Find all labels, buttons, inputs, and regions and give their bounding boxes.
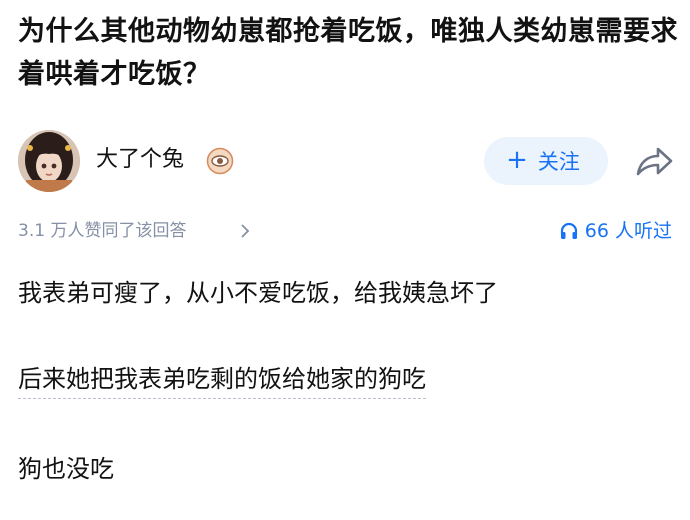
chevron-right-icon[interactable] [240, 224, 250, 238]
eye-badge-icon [206, 147, 234, 175]
follow-label: 关注 [537, 150, 580, 174]
share-arrow-icon[interactable] [634, 144, 674, 180]
answer-paragraph: 我表弟可瘦了，从小不爱吃饭，给我姨急坏了 [18, 279, 498, 307]
agree-count-link[interactable]: 3.1 万人赞同了该回答 [18, 216, 186, 246]
author-name[interactable]: 大了个兔 [96, 145, 184, 175]
plus-icon: + [506, 145, 528, 175]
listen-button[interactable]: 66 人听过 [559, 216, 672, 246]
follow-button[interactable]: + 关注 [484, 137, 608, 185]
listen-count: 66 [584, 220, 609, 242]
answer-paragraph: 狗也没吃 [18, 455, 114, 483]
author-row: 大了个兔 + 关注 [18, 130, 678, 194]
answer-paragraph-highlighted[interactable]: 后来她把我表弟吃剩的饭给她家的狗吃 [18, 362, 426, 399]
question-title[interactable]: 为什么其他动物幼崽都抢着吃饭，唯独人类幼崽需要求着哄着才吃饭？ [18, 10, 678, 96]
avatar[interactable] [18, 130, 80, 192]
meta-row: 3.1 万人赞同了该回答 66 人听过 [18, 216, 678, 246]
headphones-icon [560, 222, 577, 239]
avatar-image [18, 130, 80, 192]
listen-suffix: 人听过 [614, 220, 672, 242]
